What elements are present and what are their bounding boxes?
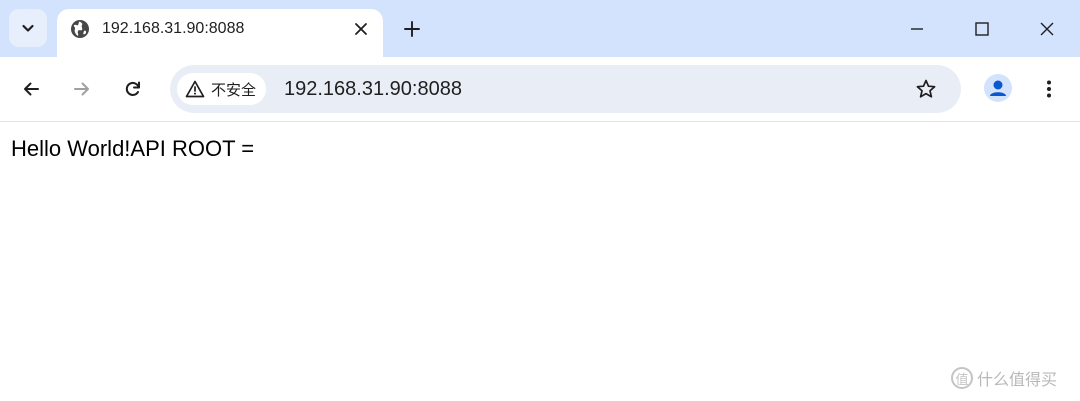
plus-icon	[404, 21, 420, 37]
watermark: 值 什么值得买	[951, 366, 1057, 390]
forward-button[interactable]	[66, 73, 98, 105]
tab-close-button[interactable]	[350, 18, 372, 40]
more-vert-icon	[1047, 80, 1051, 98]
active-tab[interactable]: 192.168.31.90:8088	[57, 9, 383, 57]
url-text[interactable]: 192.168.31.90:8088	[284, 77, 462, 101]
reload-button[interactable]	[117, 73, 149, 105]
maximize-button[interactable]	[964, 13, 1000, 45]
minimize-icon	[911, 28, 923, 30]
security-label: 不安全	[211, 80, 257, 99]
warning-icon	[185, 80, 205, 98]
arrow-left-icon	[24, 82, 39, 96]
minimize-button[interactable]	[899, 13, 935, 45]
bookmark-button[interactable]	[912, 75, 940, 103]
close-icon	[355, 23, 367, 35]
watermark-logo-icon: 值	[951, 367, 973, 389]
maximize-icon	[975, 22, 989, 36]
menu-button[interactable]	[1033, 73, 1065, 105]
close-icon	[1040, 22, 1054, 36]
browser-toolbar: 不安全 192.168.31.90:8088	[0, 57, 1080, 122]
tab-title: 192.168.31.90:8088	[102, 20, 245, 37]
new-tab-button[interactable]	[398, 15, 426, 43]
person-icon	[990, 80, 1006, 96]
chevron-down-icon	[22, 24, 34, 32]
tab-strip: 192.168.31.90:8088	[0, 0, 1080, 57]
window-close-button[interactable]	[1029, 13, 1065, 45]
watermark-text: 什么值得买	[977, 370, 1058, 389]
address-bar[interactable]: 不安全 192.168.31.90:8088	[170, 65, 961, 113]
arrow-right-icon	[74, 82, 89, 96]
star-icon	[916, 79, 936, 98]
profile-avatar-button[interactable]	[984, 74, 1012, 102]
security-indicator[interactable]: 不安全	[177, 73, 267, 105]
reload-icon	[125, 81, 140, 96]
tab-search-button[interactable]	[9, 9, 47, 47]
page-body-text: Hello World!API ROOT =	[11, 136, 255, 161]
globe-icon	[71, 20, 89, 38]
back-button[interactable]	[15, 73, 47, 105]
